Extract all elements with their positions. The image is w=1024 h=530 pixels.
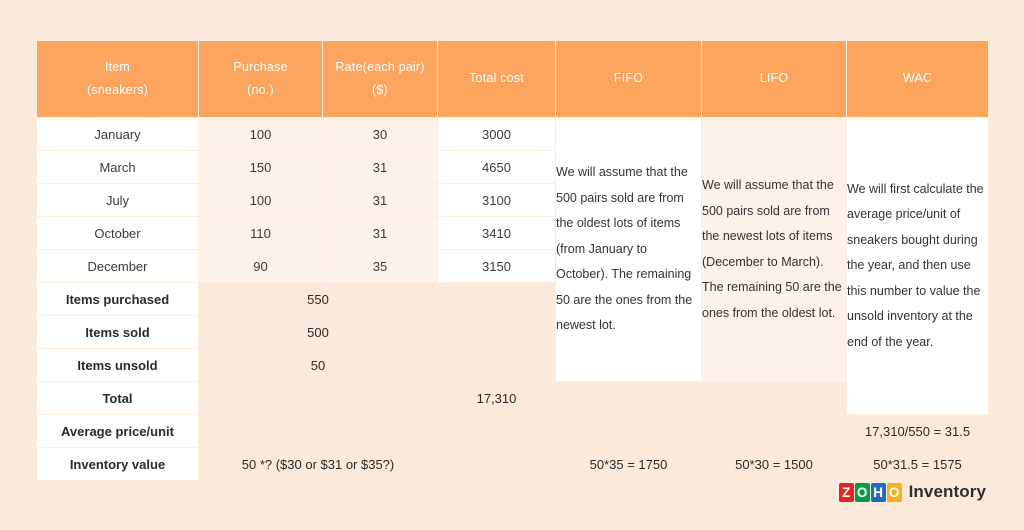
column-header-item: Item (sneakers) xyxy=(37,41,198,117)
table-header-row: Item (sneakers) Purchase (no.) Rate(each… xyxy=(37,41,988,117)
cell-avg-wac-value: 17,310/550 = 31.5 xyxy=(847,415,988,447)
cell-purchase-december: 90 xyxy=(199,250,322,282)
zoho-logo-icon: Z O H O xyxy=(838,482,902,502)
column-header-item-line2: (sneakers) xyxy=(86,83,149,97)
zoho-logo-letter-z: Z xyxy=(838,482,854,502)
cell-total-cost-items-sold-empty xyxy=(438,316,555,348)
cell-rate-december: 35 xyxy=(323,250,437,282)
row-item-december: December xyxy=(37,250,198,282)
column-header-wac: WAC xyxy=(847,41,988,117)
cell-total-cost-december: 3150 xyxy=(438,250,555,282)
cell-total-cost-january: 3000 xyxy=(438,118,555,150)
cell-total-value: 17,310 xyxy=(438,382,555,414)
inventory-valuation-table-container: Item (sneakers) Purchase (no.) Rate(each… xyxy=(36,40,989,481)
zoho-logo-letter-o2: O xyxy=(886,482,902,502)
cell-inventory-value-fifo: 50*35 = 1750 xyxy=(556,448,701,480)
cell-avg-total-cost-empty xyxy=(438,415,555,447)
cell-rate-january: 30 xyxy=(323,118,437,150)
column-header-wac-line1: WAC xyxy=(902,71,933,86)
table-row: Total 17,310 xyxy=(37,382,988,414)
cell-rate-july: 31 xyxy=(323,184,437,216)
row-label-items-unsold: Items unsold xyxy=(37,349,198,381)
cell-rate-october: 31 xyxy=(323,217,437,249)
cell-total-cost-items-purchased-empty xyxy=(438,283,555,315)
cell-total-purchase-rate-empty xyxy=(199,382,437,414)
zoho-logo-letter-h: H xyxy=(870,482,886,502)
cell-purchase-october: 110 xyxy=(199,217,322,249)
cell-total-cost-july: 3100 xyxy=(438,184,555,216)
cell-purchase-january: 100 xyxy=(199,118,322,150)
footer-branding: Z O H O Inventory xyxy=(838,482,986,502)
column-header-purchase: Purchase (no.) xyxy=(199,41,322,117)
column-header-lifo-line1: LIFO xyxy=(759,71,789,86)
cell-total-cost-october: 3410 xyxy=(438,217,555,249)
table-row: January 100 30 3000 We will assume that … xyxy=(37,118,988,414)
row-label-inventory-value: Inventory value xyxy=(37,448,198,480)
cell-total-cost-items-unsold-empty xyxy=(438,349,555,381)
cell-items-unsold-value: 50 xyxy=(199,349,437,381)
column-header-rate: Rate(each pair) ($) xyxy=(323,41,437,117)
cell-inventory-value-lifo: 50*30 = 1500 xyxy=(702,448,846,480)
column-header-rate-line1: Rate(each pair) xyxy=(335,59,425,74)
row-item-july: July xyxy=(37,184,198,216)
column-header-total-cost-line1: Total cost xyxy=(469,71,524,86)
inventory-valuation-table: Item (sneakers) Purchase (no.) Rate(each… xyxy=(36,40,989,481)
cell-wac-description: We will first calculate the average pric… xyxy=(847,118,988,414)
cell-total-cost-march: 4650 xyxy=(438,151,555,183)
product-name-label: Inventory xyxy=(908,482,986,501)
cell-total-lifo-empty xyxy=(702,382,846,414)
cell-fifo-description: We will assume that the 500 pairs sold a… xyxy=(556,118,701,381)
cell-lifo-description: We will assume that the 500 pairs sold a… xyxy=(702,118,846,381)
column-header-purchase-line2: (no.) xyxy=(247,83,274,97)
column-header-rate-line2: ($) xyxy=(372,83,388,97)
cell-inventory-value-wac: 50*31.5 = 1575 xyxy=(847,448,988,480)
cell-avg-fifo-empty xyxy=(556,415,701,447)
row-label-items-sold: Items sold xyxy=(37,316,198,348)
row-label-total: Total xyxy=(37,382,198,414)
row-item-march: March xyxy=(37,151,198,183)
table-row: Average price/unit 17,310/550 = 31.5 xyxy=(37,415,988,447)
cell-purchase-march: 150 xyxy=(199,151,322,183)
column-header-item-line1: Item xyxy=(104,59,131,74)
cell-inventory-value-total-cost-empty xyxy=(438,448,555,480)
table-row: Inventory value 50 *? ($30 or $31 or $35… xyxy=(37,448,988,480)
cell-total-fifo-empty xyxy=(556,382,701,414)
cell-items-purchased-value: 550 xyxy=(199,283,437,315)
cell-inventory-value-purchase-rate: 50 *? ($30 or $31 or $35?) xyxy=(199,448,437,480)
column-header-lifo: LIFO xyxy=(702,41,846,117)
row-label-items-purchased: Items purchased xyxy=(37,283,198,315)
zoho-logo-letter-o1: O xyxy=(854,482,870,502)
row-item-october: October xyxy=(37,217,198,249)
column-header-total-cost: Total cost xyxy=(438,41,555,117)
column-header-fifo-line1: FIFO xyxy=(613,71,644,86)
cell-avg-purchase-rate-empty xyxy=(199,415,437,447)
cell-items-sold-value: 500 xyxy=(199,316,437,348)
row-label-average-price-per-unit: Average price/unit xyxy=(37,415,198,447)
row-item-january: January xyxy=(37,118,198,150)
column-header-purchase-line1: Purchase xyxy=(233,59,288,74)
cell-avg-lifo-empty xyxy=(702,415,846,447)
cell-purchase-july: 100 xyxy=(199,184,322,216)
cell-rate-march: 31 xyxy=(323,151,437,183)
column-header-fifo: FIFO xyxy=(556,41,701,117)
